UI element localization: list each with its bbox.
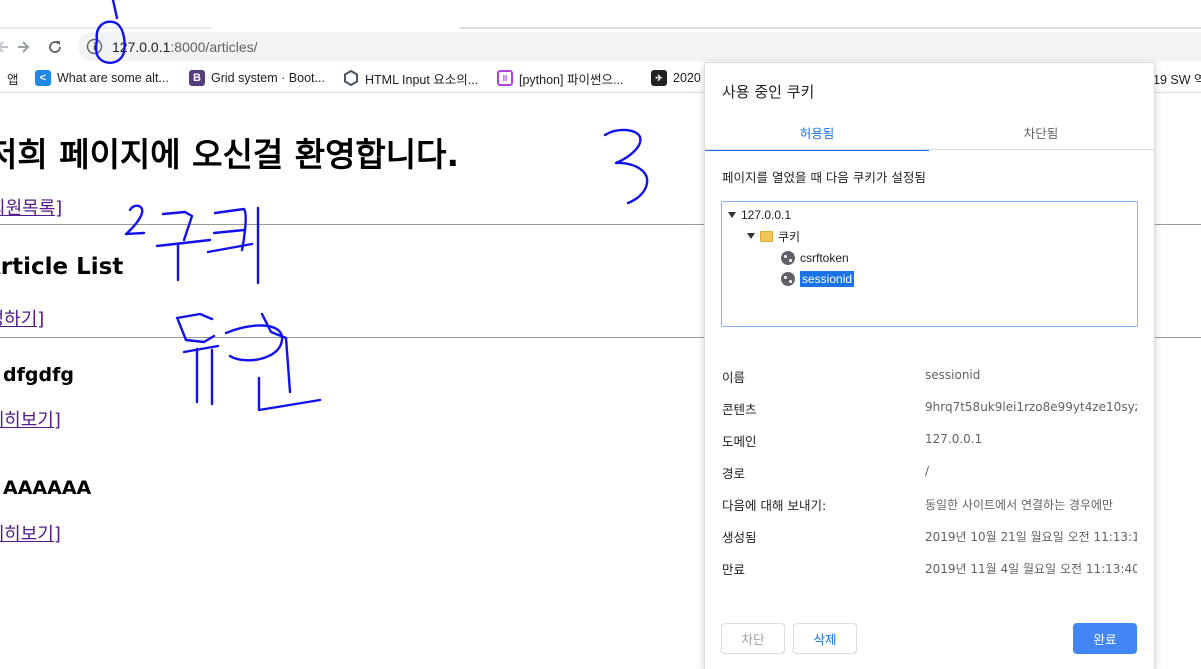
article-detail-link[interactable]: [상세히보기] [0,520,61,546]
prop-send-for-label: 다음에 대해 보내기: [722,498,827,513]
article-detail-label: [상세히보기] [0,524,61,545]
bookmark-label: HTML Input 요소의... [365,72,479,87]
welcome-heading: 저희 페이지에 오신걸 환영합니다. [0,135,460,174]
prop-content-label: 콘텐츠 [722,402,757,417]
bookmark-item[interactable]: 19 SW 역 [1153,69,1201,87]
tab-strip [0,0,1201,30]
url-path: :8000/articles/ [170,39,258,55]
article-title: dfgdfg [3,364,74,386]
bookmark-item[interactable]: HTML Input 요소의... [343,69,478,87]
cookies-dialog: 사용 중인 쿠키 허용됨 차단됨 페이지를 열었을 때 다음 쿠키가 설정됨 1… [704,62,1155,669]
bookmark-item[interactable]: B Grid system · Boot... [189,69,325,87]
bookmark-item[interactable]: ✈ 2020 [651,69,701,87]
prop-path-value: / [925,464,930,478]
tree-node-folder[interactable]: 쿠키 [747,227,800,245]
folder-icon [760,230,773,242]
tree-node-host[interactable]: 127.0.0.1 [728,206,791,224]
reload-button[interactable] [44,36,66,58]
site-info-icon[interactable] [86,38,103,55]
prop-name-value: sessionid [925,368,981,382]
prop-created-value: 2019년 10월 21일 월요일 오전 11:13:11 [925,530,1137,544]
bookmark-label: 2020 [673,71,701,85]
prop-domain-value: 127.0.0.1 [925,432,983,446]
back-arrow-icon [0,41,8,53]
tab-allowed[interactable]: 허용됨 [705,123,929,151]
bookmark-label: 19 SW 역 [1153,72,1201,87]
cookie-icon [781,272,795,286]
reload-icon [49,41,61,53]
tree-node-cookie[interactable]: csrftoken [781,249,849,267]
dialog-description: 페이지를 열었을 때 다음 쿠키가 설정됨 [722,170,926,185]
bootstrap-icon: B [189,70,205,86]
bookmark-label: What are some alt... [57,71,169,85]
flag-icon: ✈ [651,70,667,86]
host-label: 127.0.0.1 [741,208,792,222]
bookmark-item[interactable]: II [python] 파이썬으... [497,69,623,87]
bookmark-label: 앱 [7,72,19,87]
member-list-label: [회원목록] [0,198,63,219]
forward-button[interactable] [12,36,34,58]
create-article-link[interactable]: [작성하기] [0,305,44,331]
article-title: AAAAAA [3,477,92,499]
dialog-title: 사용 중인 쿠키 [722,83,815,101]
article-detail-link[interactable]: [상세히보기] [0,406,61,432]
delete-button[interactable]: 삭제 [793,623,857,654]
bookmark-label: Grid system · Boot... [211,71,325,85]
address-bar[interactable]: 127.0.0.1:8000/articles/ [78,32,1201,61]
prop-domain-label: 도메인 [722,434,757,449]
folder-label: 쿠키 [778,229,801,244]
tabs-divider [705,149,1154,150]
prop-name-label: 이름 [722,370,746,385]
hex-icon [344,70,358,86]
done-button[interactable]: 완료 [1073,623,1137,654]
tree-node-cookie-selected[interactable]: sessionid [781,270,855,288]
url-host: 127.0.0.1 [112,39,171,55]
prop-content-value: 9hrq7t58uk9lei1rzo8e99yt4ze10syz [925,400,1137,414]
url-text[interactable]: 127.0.0.1:8000/articles/ [112,39,258,55]
prop-path-label: 경로 [722,466,746,481]
browser-toolbar: 127.0.0.1:8000/articles/ [0,30,1201,63]
bookmark-item[interactable]: < What are some alt... [35,69,169,87]
prop-created-label: 생성됨 [722,530,757,545]
tab-divider [460,27,1201,29]
prop-send-for-value: 동일한 사이트에서 연결하는 경우에만 [925,498,1114,512]
expand-triangle-icon[interactable] [728,212,736,218]
cookie-icon [781,251,795,265]
prop-expires-value: 2019년 11월 4일 월요일 오전 11:13:40 [925,562,1137,576]
cookie-tree[interactable]: 127.0.0.1 쿠키 csrftoken sessionid [721,201,1138,327]
prop-expires-label: 만료 [722,562,746,577]
python-blog-icon: II [497,70,513,86]
tab-divider [0,27,212,29]
bookmark-label: [python] 파이썬으... [519,72,624,87]
block-button[interactable]: 차단 [721,623,785,654]
cookie-label-selected: sessionid [800,271,855,287]
create-article-label: [작성하기] [0,309,45,330]
tab-blocked[interactable]: 차단됨 [929,123,1153,151]
article-detail-label: [상세히보기] [0,410,61,431]
forward-arrow-icon [18,41,30,53]
bookmark-apps[interactable]: 앱 [7,69,19,87]
article-list-heading: Article List [0,254,124,280]
cookie-label: csrftoken [800,251,849,265]
expand-triangle-icon[interactable] [747,233,755,239]
member-list-link[interactable]: [회원목록] [0,194,62,220]
share-icon: < [35,70,51,86]
